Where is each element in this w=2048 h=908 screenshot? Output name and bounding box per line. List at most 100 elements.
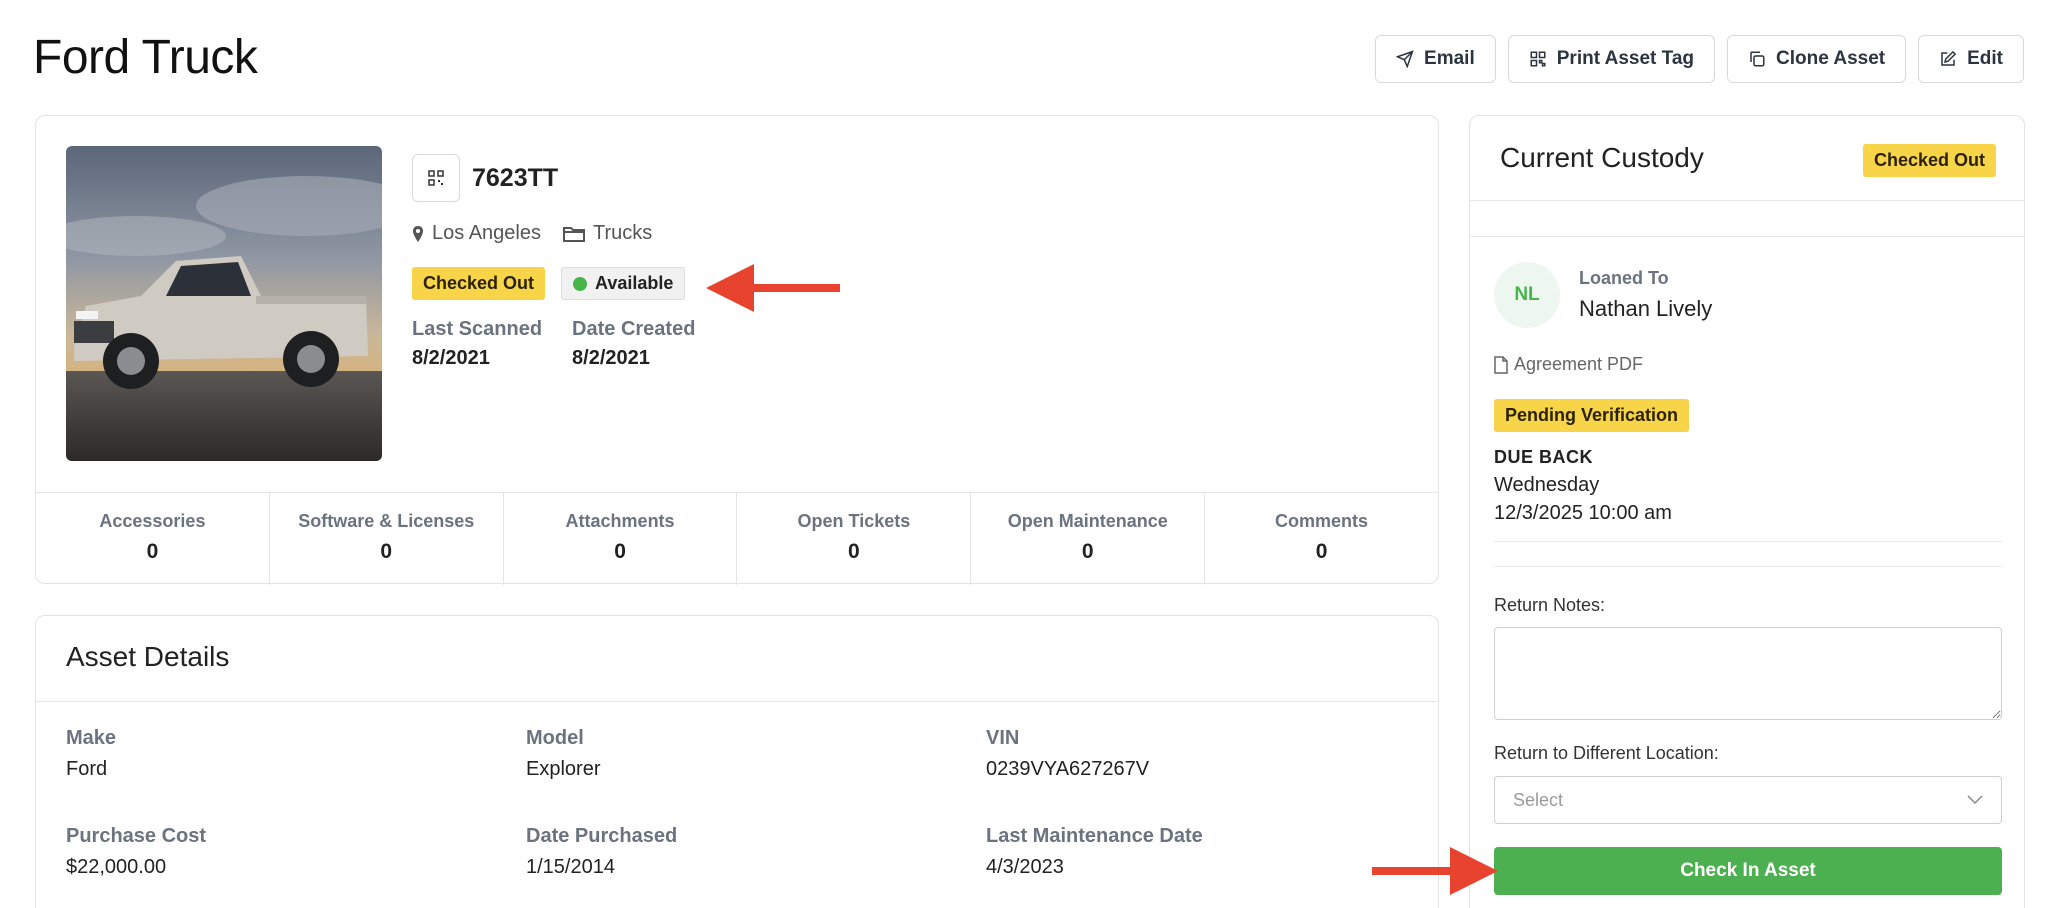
stat-label: Software & Licenses xyxy=(298,511,475,531)
send-icon xyxy=(1396,50,1414,68)
stat-value: 0 xyxy=(614,540,626,563)
asset-photo[interactable] xyxy=(66,146,382,461)
stat-label: Open Maintenance xyxy=(1007,511,1168,531)
check-in-asset-button[interactable]: Check In Asset xyxy=(1494,847,2002,895)
stat-software-licenses[interactable]: Software & Licenses 0 xyxy=(270,493,504,585)
field-label: Model xyxy=(526,727,584,749)
annotation-arrow-icon xyxy=(706,264,840,312)
last-scanned-label: Last Scanned xyxy=(412,318,543,340)
section-title: Asset Details xyxy=(66,641,230,672)
last-scanned-value: 8/2/2021 xyxy=(412,347,490,369)
return-location-placeholder: Select xyxy=(1513,789,1564,810)
folder-icon xyxy=(562,226,585,242)
due-back-label: DUE BACK xyxy=(1494,447,1594,467)
field-make: Make Ford xyxy=(66,727,116,781)
avatar[interactable]: NL xyxy=(1494,262,1560,328)
status-dot-icon xyxy=(573,276,588,291)
stat-attachments[interactable]: Attachments 0 xyxy=(504,493,738,585)
field-last-maintenance-date: Last Maintenance Date 4/3/2023 xyxy=(986,825,1203,879)
field-date-purchased: Date Purchased 1/15/2014 xyxy=(526,825,677,879)
divider xyxy=(1470,200,2024,201)
custody-status-badge: Checked Out xyxy=(1862,144,1996,177)
qr-code-button[interactable] xyxy=(412,154,460,202)
asset-tag-row: 7623TT xyxy=(412,154,558,202)
qr-code-icon xyxy=(428,170,444,186)
stat-open-tickets[interactable]: Open Tickets 0 xyxy=(737,493,972,585)
email-button-label: Email xyxy=(1424,48,1475,69)
field-value: Explorer xyxy=(526,758,601,780)
field-vin: VIN 0239VYA627267V xyxy=(986,727,1149,781)
field-value: $22,000.00 xyxy=(66,856,167,878)
agreement-pdf-label: Agreement PDF xyxy=(1514,354,1644,374)
stat-value: 0 xyxy=(380,540,393,563)
agreement-pdf-link[interactable]: Agreement PDF xyxy=(1494,354,1643,375)
toolbar: Email Print Asset Tag Clone Asset Edit xyxy=(1375,35,2024,83)
verification-badge: Pending Verification xyxy=(1494,399,1690,432)
asset-details-card: Asset Details Make Ford Model Explorer V… xyxy=(35,615,1439,908)
annotation-arrow-icon xyxy=(1372,847,1498,895)
edit-button[interactable]: Edit xyxy=(1918,35,2024,83)
field-label: Purchase Cost xyxy=(66,825,207,847)
return-location-select[interactable]: Select xyxy=(1494,776,2002,824)
edit-button-label: Edit xyxy=(1967,48,2003,69)
field-purchase-cost: Purchase Cost $22,000.00 xyxy=(66,825,206,879)
return-location-label: Return to Different Location: xyxy=(1494,743,1719,763)
divider xyxy=(1470,236,2024,237)
stat-label: Comments xyxy=(1275,511,1369,531)
stat-comments[interactable]: Comments 0 xyxy=(1205,493,1438,585)
loaned-to-label: Loaned To xyxy=(1579,268,1669,288)
map-pin-icon xyxy=(413,225,423,242)
stats-bar: Accessories 0 Software & Licenses 0 Atta… xyxy=(36,492,1438,585)
truck-image xyxy=(66,146,382,461)
availability-label: Available xyxy=(595,273,674,293)
field-model: Model Explorer xyxy=(526,727,600,781)
file-pdf-icon xyxy=(1494,355,1508,374)
clone-asset-button[interactable]: Clone Asset xyxy=(1727,35,1907,83)
field-value: Ford xyxy=(66,758,108,780)
field-value: 4/3/2023 xyxy=(986,856,1064,878)
return-notes-input[interactable] xyxy=(1494,627,2002,720)
stat-label: Attachments xyxy=(565,511,675,531)
status-badge: Checked Out xyxy=(412,267,546,300)
stat-label: Accessories xyxy=(99,511,206,531)
stat-value: 0 xyxy=(1081,540,1094,563)
print-asset-tag-label: Print Asset Tag xyxy=(1556,48,1694,69)
availability-badge: Available xyxy=(561,267,686,300)
due-back-datetime: 12/3/2025 10:00 am xyxy=(1494,502,1672,524)
asset-meta-row: Los Angeles Trucks xyxy=(412,222,652,245)
category-link[interactable]: Trucks xyxy=(562,222,653,245)
section-title: Current Custody xyxy=(1500,142,1704,173)
qr-code-icon xyxy=(1530,51,1546,67)
status-row: Checked Out Available xyxy=(412,267,686,300)
date-created-label: Date Created xyxy=(572,318,696,340)
chevron-down-icon xyxy=(1967,795,1983,805)
field-label: Make xyxy=(66,727,117,749)
edit-icon xyxy=(1941,50,1957,66)
field-label: Date Purchased xyxy=(526,825,678,847)
email-button[interactable]: Email xyxy=(1375,35,1496,83)
return-notes-label: Return Notes: xyxy=(1494,595,1606,615)
divider xyxy=(36,701,1438,702)
stat-open-maintenance[interactable]: Open Maintenance 0 xyxy=(971,493,1206,585)
date-created-value: 8/2/2021 xyxy=(572,347,650,369)
last-scanned: Last Scanned 8/2/2021 xyxy=(412,318,542,370)
location-link[interactable]: Los Angeles xyxy=(412,222,541,245)
asset-tag: 7623TT xyxy=(472,163,559,192)
due-back-day: Wednesday xyxy=(1494,474,1600,496)
page-title: Ford Truck xyxy=(33,31,258,84)
stat-label: Open Tickets xyxy=(797,511,911,531)
asset-summary-card: 7623TT Los Angeles Trucks Checked Out Av… xyxy=(35,115,1439,585)
divider xyxy=(1494,566,2002,567)
asset-dates: Last Scanned 8/2/2021 Date Created 8/2/2… xyxy=(412,318,695,370)
copy-icon xyxy=(1750,51,1765,67)
field-label: VIN xyxy=(986,727,1020,749)
category-label: Trucks xyxy=(592,222,653,244)
current-custody-card: Current Custody Checked Out NL Loaned To… xyxy=(1469,115,2025,908)
field-value: 0239VYA627267V xyxy=(986,758,1150,780)
stat-accessories[interactable]: Accessories 0 xyxy=(36,493,270,585)
location-label: Los Angeles xyxy=(432,222,541,244)
print-asset-tag-button[interactable]: Print Asset Tag xyxy=(1507,35,1715,83)
date-created: Date Created 8/2/2021 xyxy=(572,318,695,370)
loaned-to-name[interactable]: Nathan Lively xyxy=(1579,296,1712,322)
stat-value: 0 xyxy=(848,540,860,563)
